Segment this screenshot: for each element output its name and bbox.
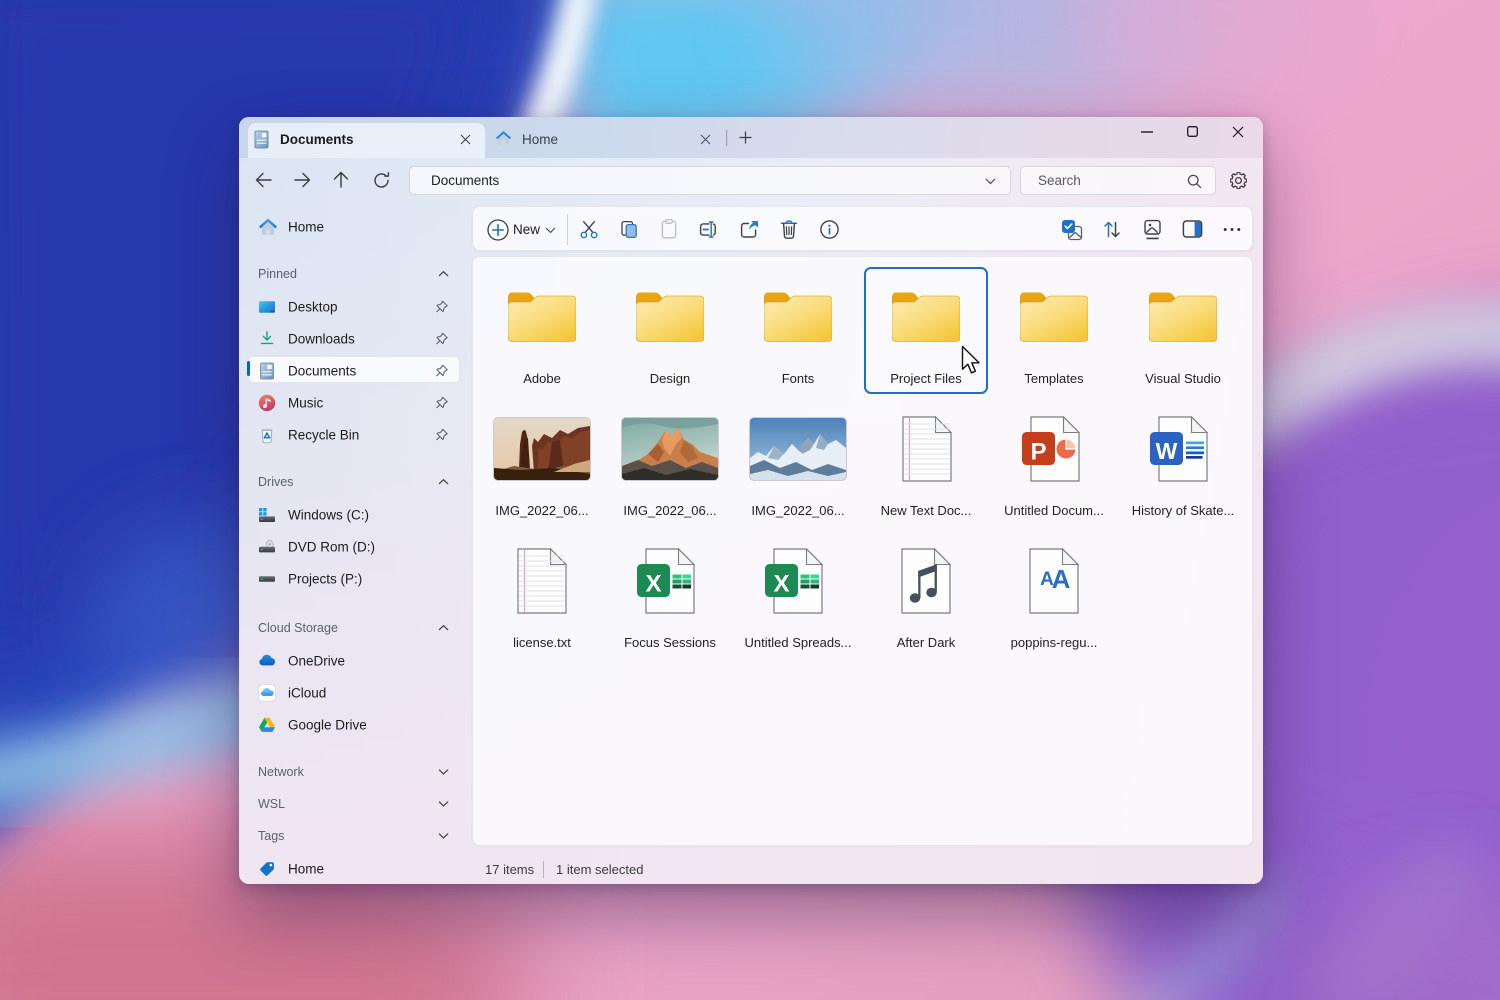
svg-text:W: W	[1156, 438, 1178, 464]
svg-text:P: P	[1030, 439, 1046, 466]
svg-text:A: A	[1052, 564, 1071, 594]
svg-text:X: X	[773, 571, 789, 598]
svg-text:X: X	[645, 571, 661, 598]
